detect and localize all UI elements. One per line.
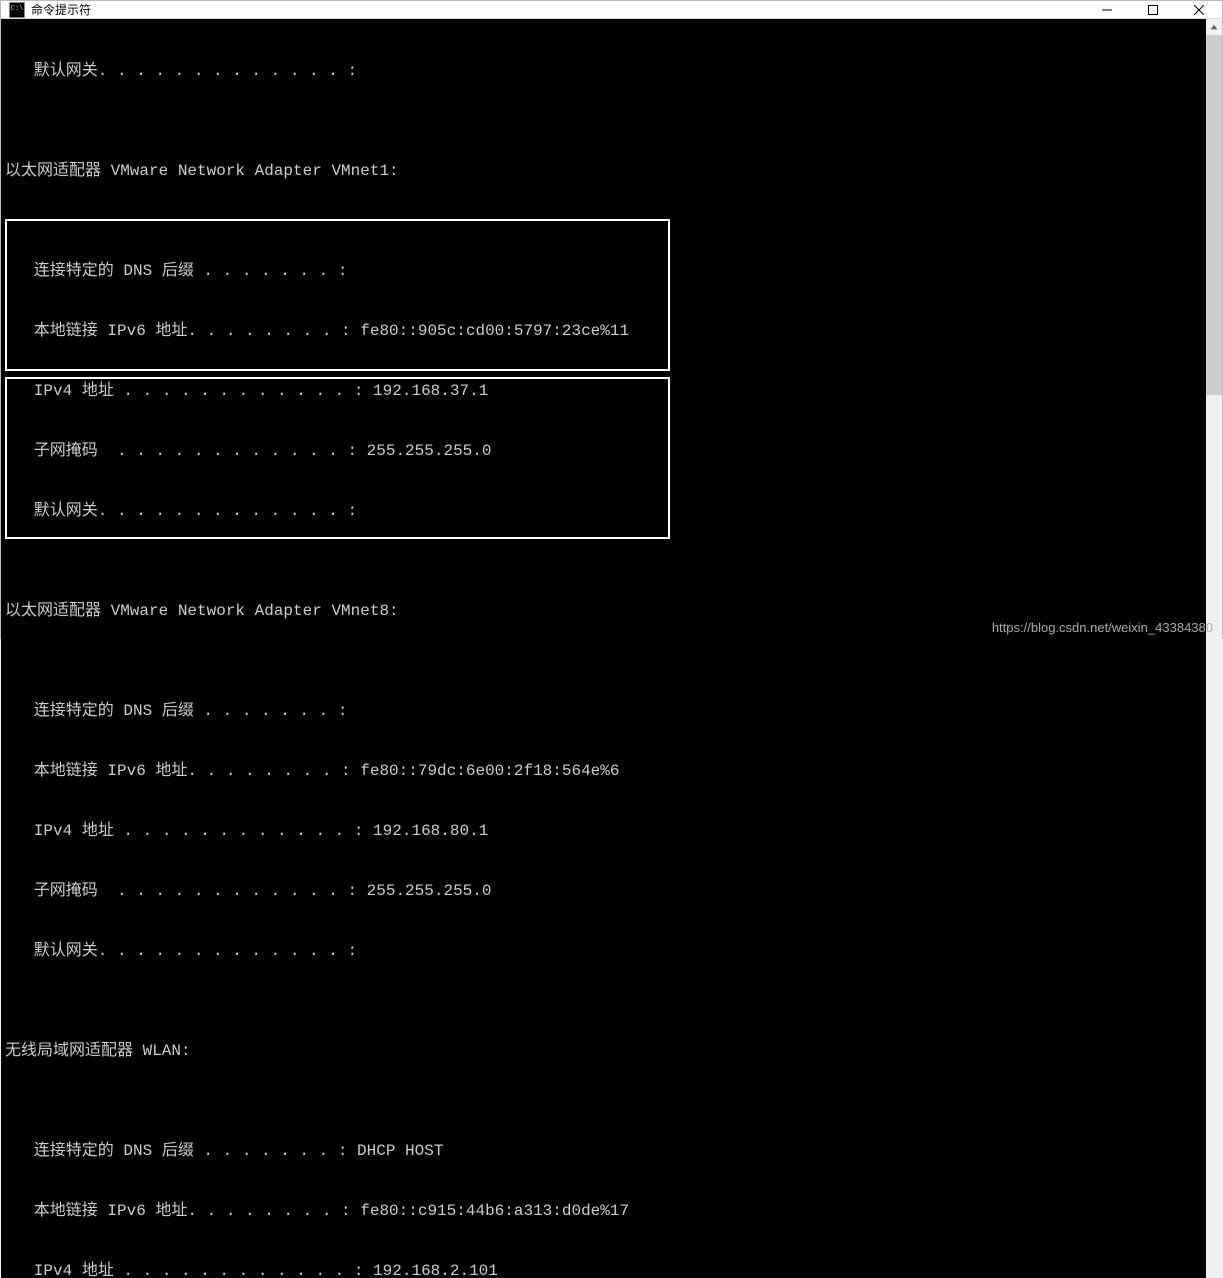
terminal-area: 默认网关. . . . . . . . . . . . . : 以太网适配器 V… [1,19,1222,1278]
terminal-line: 无线局域网适配器 WLAN: [5,1041,1206,1061]
window-controls [1084,1,1222,18]
close-button[interactable] [1176,1,1222,18]
terminal-line: 连接特定的 DNS 后缀 . . . . . . . : [5,261,1206,281]
minimize-button[interactable] [1084,1,1130,18]
titlebar: C:\ 命令提示符 [1,1,1222,19]
highlight-box-vmnet8 [5,219,670,371]
terminal-line: 子网掩码 . . . . . . . . . . . . : 255.255.2… [5,441,1206,461]
window-title: 命令提示符 [31,1,1084,18]
watermark-text: https://blog.csdn.net/weixin_43384380 [992,620,1213,635]
terminal-line: IPv4 地址 . . . . . . . . . . . . : 192.16… [5,821,1206,841]
command-prompt-window: C:\ 命令提示符 默认网关. . . . . . . . . . . . . … [0,0,1223,639]
maximize-button[interactable] [1130,1,1176,18]
terminal-line: IPv4 地址 . . . . . . . . . . . . : 192.16… [5,1261,1206,1278]
terminal-line: 默认网关. . . . . . . . . . . . . : [5,501,1206,521]
scroll-up-arrow-icon[interactable] [1206,19,1222,35]
terminal-line: 连接特定的 DNS 后缀 . . . . . . . : DHCP HOST [5,1141,1206,1161]
terminal-line: 默认网关. . . . . . . . . . . . . : [5,941,1206,961]
scroll-track[interactable] [1206,35,1222,1278]
terminal-line: 本地链接 IPv6 地址. . . . . . . . : fe80::79dc… [5,761,1206,781]
terminal-line: 以太网适配器 VMware Network Adapter VMnet8: [5,601,1206,621]
terminal-line: 本地链接 IPv6 地址. . . . . . . . : fe80::905c… [5,321,1206,341]
scroll-thumb[interactable] [1206,35,1222,395]
terminal-line: 连接特定的 DNS 后缀 . . . . . . . : [5,701,1206,721]
cmd-icon: C:\ [9,2,25,18]
vertical-scrollbar[interactable] [1206,19,1222,1278]
terminal-line: 子网掩码 . . . . . . . . . . . . : 255.255.2… [5,881,1206,901]
terminal-line: 默认网关. . . . . . . . . . . . . : [5,61,1206,81]
terminal-output[interactable]: 默认网关. . . . . . . . . . . . . : 以太网适配器 V… [1,19,1206,1278]
terminal-line: 本地链接 IPv6 地址. . . . . . . . : fe80::c915… [5,1201,1206,1221]
terminal-line: IPv4 地址 . . . . . . . . . . . . : 192.16… [5,381,1206,401]
terminal-line: 以太网适配器 VMware Network Adapter VMnet1: [5,161,1206,181]
